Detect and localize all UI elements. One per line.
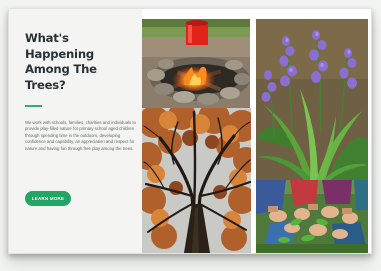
heading-divider — [25, 105, 42, 107]
section-heading: What's Happening Among The Trees? — [25, 31, 97, 92]
content-card: What's Happening Among The Trees? We wor… — [8, 8, 372, 254]
learn-more-button[interactable]: Learn more — [25, 191, 71, 206]
text-panel: What's Happening Among The Trees? We wor… — [9, 9, 142, 253]
campfire-photo — [142, 19, 250, 113]
bluebells-photo — [256, 19, 368, 184]
tree-canopy-photo — [142, 108, 251, 253]
children-hands-photo — [256, 180, 368, 253]
section-body: We work with schools, families, charitie… — [25, 120, 136, 151]
